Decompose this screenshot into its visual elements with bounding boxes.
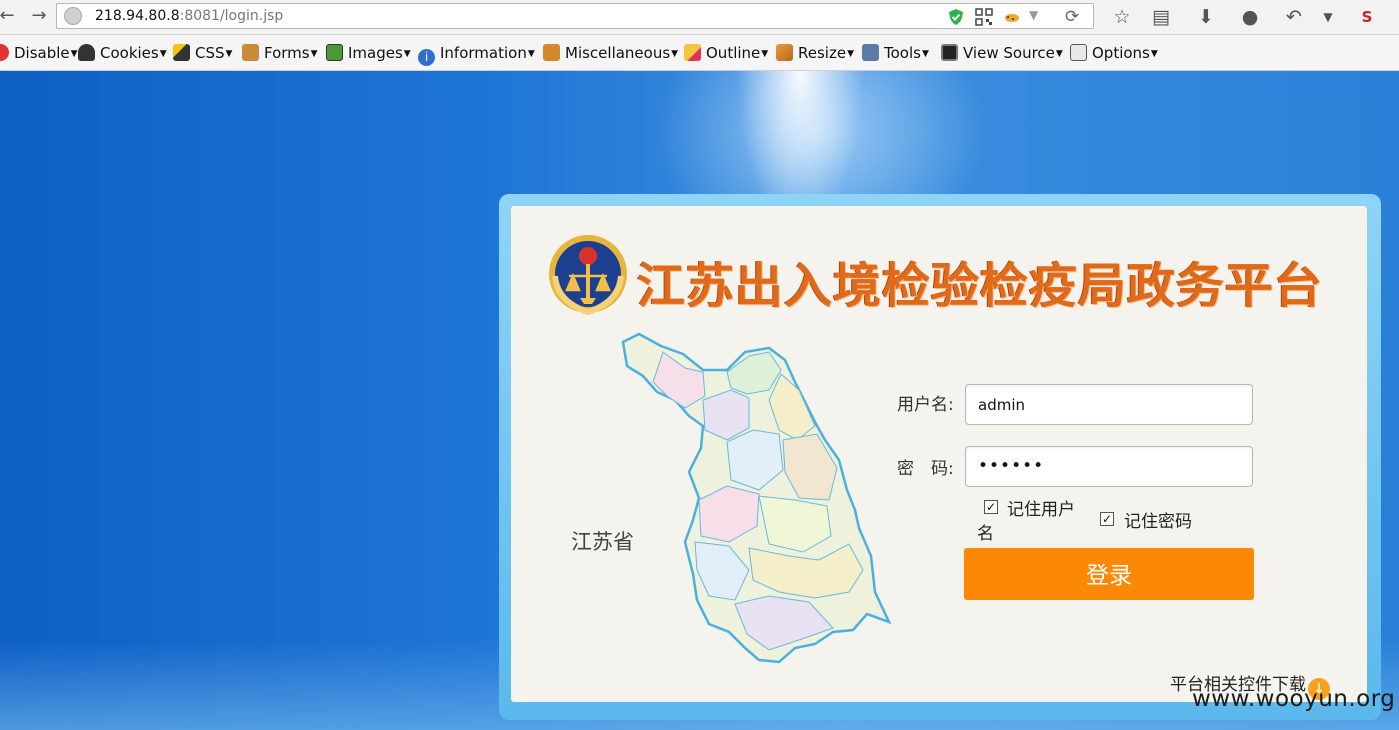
jiangsu-map-icon xyxy=(621,332,892,664)
globe-icon xyxy=(64,7,82,25)
information-icon: i xyxy=(418,49,435,66)
cookies-icon xyxy=(78,44,95,61)
platform-title: 江苏出入境检验检疫局政务平台 xyxy=(637,258,1324,314)
menu-css[interactable]: CSS▼ xyxy=(173,43,232,63)
outline-pencil-icon xyxy=(684,44,701,61)
reading-list-icon[interactable]: ▤ xyxy=(1149,5,1173,29)
web-developer-toolbar: Disable▼ Cookies▼ CSS▼ Forms▼ Images▼ iI… xyxy=(0,35,1399,71)
remember-username-checkbox[interactable]: ✓ xyxy=(984,500,998,514)
address-bar[interactable]: 218.94.80.8:8081/login.jsp ▼ ⟳ xyxy=(56,3,1094,29)
undo-arrow-icon[interactable]: ↶ xyxy=(1282,5,1306,29)
remember-username-label-wrap: 名 xyxy=(977,524,994,544)
remember-password-label: 记住密码 xyxy=(1124,512,1192,532)
login-panel-inner: 江苏出入境检验检疫局政务平台 江苏省 用户名: 密 码: •••••• ✓ 记住… xyxy=(511,206,1367,702)
forward-arrow-icon[interactable]: → xyxy=(28,5,50,27)
images-icon xyxy=(326,44,343,61)
back-arrow-icon[interactable]: ← xyxy=(0,5,18,27)
addon-s-icon[interactable]: S xyxy=(1355,5,1379,29)
options-icon xyxy=(1070,44,1087,61)
password-label: 密 码: xyxy=(897,459,954,479)
view-source-icon xyxy=(941,44,958,61)
disable-icon xyxy=(0,44,9,61)
menu-information[interactable]: i Information▼ xyxy=(418,43,535,66)
download-arrow-icon[interactable]: ⬇ xyxy=(1194,5,1218,29)
shield-check-icon[interactable] xyxy=(947,8,965,26)
miscellaneous-icon xyxy=(543,44,560,61)
menu-miscellaneous[interactable]: Miscellaneous▼ xyxy=(543,43,678,63)
remember-password-checkbox[interactable]: ✓ xyxy=(1100,512,1114,526)
resize-ruler-icon xyxy=(776,44,793,61)
bookmark-star-icon[interactable]: ☆ xyxy=(1110,5,1134,29)
menu-disable[interactable]: Disable▼ xyxy=(0,43,78,63)
menu-view-source[interactable]: View Source▼ xyxy=(941,43,1063,63)
menu-resize[interactable]: Resize▼ xyxy=(776,43,854,63)
browser-nav-bar: ← → 218.94.80.8:8081/login.jsp ▼ ⟳ ☆ ▤ ⬇… xyxy=(0,0,1399,35)
customs-emblem-icon xyxy=(549,235,627,316)
login-button[interactable]: 登录 xyxy=(964,548,1254,600)
css-wand-icon xyxy=(173,44,190,61)
menu-outline[interactable]: Outline▼ xyxy=(684,43,768,63)
password-input[interactable]: •••••• xyxy=(965,446,1253,487)
menu-options[interactable]: Options▼ xyxy=(1070,43,1158,63)
login-panel: 江苏出入境检验检疫局政务平台 江苏省 用户名: 密 码: •••••• ✓ 记住… xyxy=(499,194,1381,720)
cheetah-icon[interactable] xyxy=(1003,8,1021,26)
reload-icon[interactable]: ⟳ xyxy=(1065,8,1083,26)
dropdown-triangle-icon[interactable]: ▼ xyxy=(1029,8,1047,26)
menu-cookies[interactable]: Cookies▼ xyxy=(78,43,167,63)
username-input[interactable] xyxy=(965,384,1253,425)
remember-username-label: 记住用户 xyxy=(1007,500,1075,520)
chat-bubble-icon[interactable]: ● xyxy=(1238,5,1262,29)
qr-code-icon[interactable] xyxy=(975,8,993,26)
forms-clipboard-icon xyxy=(242,44,259,61)
menu-images[interactable]: Images▼ xyxy=(326,43,411,63)
province-label: 江苏省 xyxy=(571,530,634,554)
tools-icon xyxy=(862,44,879,61)
menu-dropdown-icon[interactable]: ▼ xyxy=(1316,5,1340,29)
watermark-text: www.wooyun.org xyxy=(1192,686,1396,712)
menu-tools[interactable]: Tools▼ xyxy=(862,43,929,63)
url-text[interactable]: 218.94.80.8:8081/login.jsp xyxy=(95,8,283,24)
username-label: 用户名: xyxy=(897,395,954,415)
menu-forms[interactable]: Forms▼ xyxy=(242,43,318,63)
